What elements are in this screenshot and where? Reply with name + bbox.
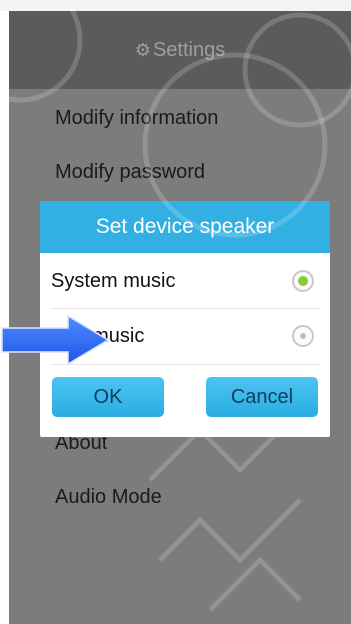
page-title: Settings xyxy=(152,38,226,61)
option-system-music[interactable]: System music xyxy=(40,253,330,309)
option-label: System music xyxy=(51,269,176,292)
title-bar: ⚙ Settings xyxy=(9,11,351,89)
ok-button[interactable]: OK xyxy=(52,377,164,417)
radio-checked-icon[interactable] xyxy=(292,270,314,292)
gear-icon: ⚙ xyxy=(134,39,151,60)
dialog-title: Set device speaker xyxy=(40,201,330,253)
cancel-button[interactable]: Cancel xyxy=(206,377,318,417)
menu-item-modify-information[interactable]: Modify information xyxy=(55,107,218,130)
status-bar xyxy=(0,0,351,11)
menu-item-modify-password[interactable]: Modify password xyxy=(55,161,205,184)
arrow-right-icon xyxy=(1,314,110,366)
menu-item-audio-mode[interactable]: Audio Mode xyxy=(55,486,162,509)
radio-unchecked-icon[interactable] xyxy=(292,325,314,347)
